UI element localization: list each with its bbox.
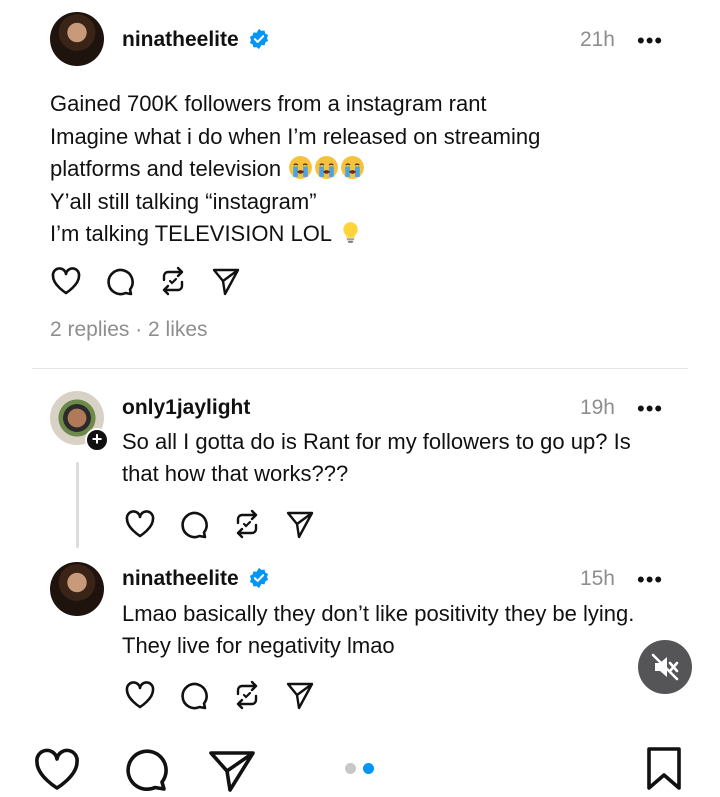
follow-plus-badge[interactable]: + <box>85 428 109 452</box>
post-timestamp: 21h <box>579 28 615 51</box>
heart-icon[interactable] <box>50 266 82 296</box>
reply-username[interactable]: ninatheelite <box>122 567 239 591</box>
post-body: Gained 700K followers from a instagram r… <box>50 88 690 251</box>
comment-icon[interactable] <box>178 680 208 710</box>
speaker-muted-icon <box>651 653 679 681</box>
post-line: Imagine what i do when I’m released on s… <box>50 123 541 149</box>
repost-icon[interactable] <box>158 266 188 296</box>
reply-actions <box>124 680 314 710</box>
reply-body: So all I gotta do is Rant for my followe… <box>122 426 631 490</box>
repost-icon[interactable] <box>232 509 262 539</box>
loudly-crying-emoji-icon <box>341 156 365 179</box>
heart-icon[interactable] <box>33 748 81 792</box>
verified-badge-icon <box>249 28 269 50</box>
author-avatar[interactable] <box>50 12 104 66</box>
reply-timestamp: 19h <box>579 396 615 419</box>
page-dot-active[interactable] <box>363 763 374 774</box>
light-bulb-emoji-icon <box>343 222 359 243</box>
post-line: Y’all still talking “instagram” <box>50 188 317 214</box>
reply-line: that how that works??? <box>122 461 349 486</box>
post-line: platforms and television <box>50 156 282 181</box>
reply-actions <box>124 509 314 539</box>
reply-username[interactable]: only1jaylight <box>122 396 250 420</box>
bookmark-icon[interactable] <box>645 746 683 792</box>
loudly-crying-emoji-icon <box>315 156 339 179</box>
heart-icon[interactable] <box>124 509 156 539</box>
verified-badge-icon <box>249 567 269 589</box>
page-dot[interactable] <box>345 763 356 774</box>
post-line-with-emojis: platforms and television <box>50 153 690 186</box>
repost-icon[interactable] <box>232 680 262 710</box>
send-icon[interactable] <box>286 680 314 710</box>
reply-line: Lmao basically they don’t like positivit… <box>122 601 635 626</box>
post-divider <box>32 368 688 369</box>
post-line: Gained 700K followers from a instagram r… <box>50 91 487 116</box>
reply-line: So all I gotta do is Rant for my followe… <box>122 429 631 454</box>
mute-toggle-button[interactable] <box>638 640 692 694</box>
send-icon[interactable] <box>286 509 314 539</box>
post-username[interactable]: ninatheelite <box>122 28 239 52</box>
comment-icon[interactable] <box>122 746 168 792</box>
reply-more-options-button[interactable]: ••• <box>637 569 663 591</box>
post-line-with-emoji: I’m talking TELEVISION LOL <box>50 218 690 251</box>
post-replies-likes-count[interactable]: 2 replies · 2 likes <box>50 318 208 342</box>
reply-body: Lmao basically they don’t like positivit… <box>122 598 634 662</box>
reply-line: They live for negativity lmao <box>122 633 395 658</box>
post-more-options-button[interactable]: ••• <box>637 30 663 52</box>
comment-icon[interactable] <box>178 509 208 539</box>
loudly-crying-emoji-icon <box>289 156 313 179</box>
send-icon[interactable] <box>208 748 256 794</box>
thread-connector-line <box>76 462 79 548</box>
heart-icon[interactable] <box>124 680 156 710</box>
comment-icon[interactable] <box>104 266 134 296</box>
post-actions <box>50 266 240 296</box>
send-icon[interactable] <box>212 266 240 296</box>
carousel-page-indicator <box>345 763 374 774</box>
reply-timestamp: 15h <box>579 567 615 590</box>
reply-more-options-button[interactable]: ••• <box>637 398 663 420</box>
post-line: I’m talking TELEVISION LOL <box>50 221 332 246</box>
reply-avatar[interactable] <box>50 562 104 616</box>
